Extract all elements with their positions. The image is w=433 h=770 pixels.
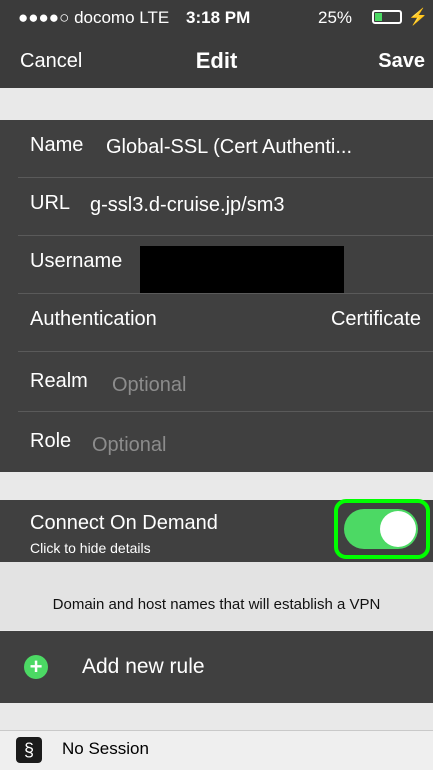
vpn-client-icon: § [16, 737, 42, 763]
connect-on-demand-label: Connect On Demand [30, 512, 218, 534]
session-status-bar: § No Session [0, 730, 433, 770]
url-row[interactable]: URL g-ssl3.d-cruise.jp/sm3 [0, 178, 433, 236]
session-status-text: No Session [62, 739, 149, 758]
connect-on-demand-toggle[interactable] [344, 509, 418, 549]
name-value[interactable]: Global-SSL (Cert Authenti... [106, 136, 352, 159]
realm-label: Realm [30, 370, 88, 392]
username-label: Username [30, 250, 123, 272]
vpn-settings-form: Name Global-SSL (Cert Authenti... URL g-… [0, 120, 433, 472]
role-input[interactable]: Optional [92, 434, 167, 457]
battery-percent: 25% [318, 8, 353, 27]
authentication-row[interactable]: Authentication Certificate [0, 294, 433, 352]
hide-details-link[interactable]: Click to hide details [30, 540, 151, 556]
url-label: URL [30, 192, 71, 214]
add-rule-row[interactable]: + Add new rule [0, 631, 433, 703]
name-label: Name [30, 134, 84, 156]
status-bar: ●●●●○ docomo LTE 3:18 PM 25% ⚡ [0, 0, 433, 38]
navigation-bar: Edit Cancel Save [0, 38, 433, 88]
toggle-knob [380, 511, 416, 547]
add-rule-label[interactable]: Add new rule [82, 655, 205, 679]
rules-description: Domain and host names that will establis… [0, 562, 433, 630]
save-button[interactable]: Save [378, 50, 425, 73]
role-label: Role [30, 430, 72, 452]
carrier-signal: ●●●●○ docomo LTE [18, 8, 170, 27]
realm-input[interactable]: Optional [112, 374, 187, 397]
name-row[interactable]: Name Global-SSL (Cert Authenti... [0, 120, 433, 178]
description-text: Domain and host names that will establis… [52, 596, 381, 613]
authentication-value[interactable]: Certificate [331, 308, 421, 331]
redacted-username [140, 246, 344, 294]
clock: 3:18 PM [186, 8, 251, 27]
add-icon[interactable]: + [24, 655, 48, 679]
realm-row[interactable]: Realm Optional [0, 352, 433, 412]
role-row[interactable]: Role Optional [0, 412, 433, 472]
cancel-button[interactable]: Cancel [20, 50, 82, 73]
battery-icon [372, 10, 402, 24]
url-value[interactable]: g-ssl3.d-cruise.jp/sm3 [90, 194, 285, 217]
username-row[interactable]: Username [0, 236, 433, 294]
toggle-highlight-box [334, 499, 430, 559]
charging-bolt-icon: ⚡ [408, 9, 428, 26]
authentication-label: Authentication [30, 308, 157, 330]
